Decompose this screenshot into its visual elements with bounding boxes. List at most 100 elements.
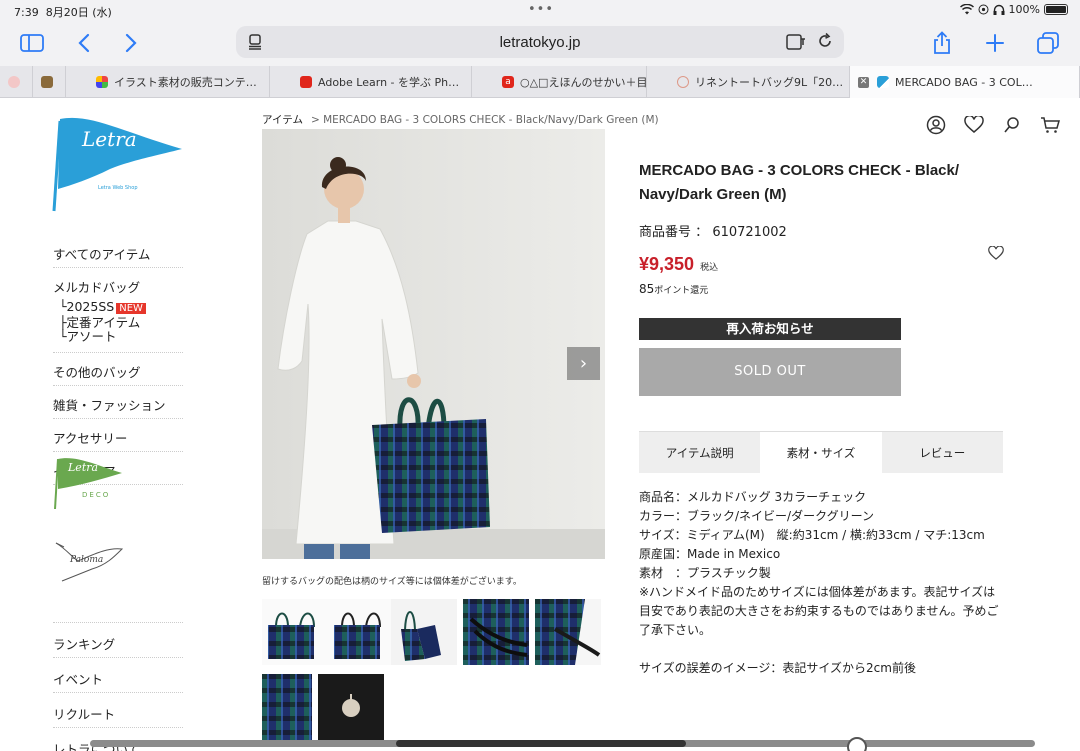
- thumbnail-2[interactable]: [328, 599, 394, 665]
- nav-goods-fashion[interactable]: 雑貨・ファッション: [53, 392, 183, 419]
- desc-line: サイズ：ミディアム(M) 縦:約31cm / 横:約33cm / マチ:13cm: [639, 528, 985, 542]
- horizontal-scrollbar[interactable]: [90, 740, 1035, 747]
- tab-material-size[interactable]: 素材・サイズ: [760, 432, 882, 473]
- thumbnail-4[interactable]: [463, 599, 529, 665]
- nav-event[interactable]: イベント: [53, 666, 183, 693]
- breadcrumb: アイテム > MERCADO BAG - 3 COLORS CHECK - Bla…: [262, 112, 659, 127]
- adobe-icon: [300, 76, 312, 88]
- new-badge: NEW: [116, 303, 146, 314]
- amazon-icon: a: [502, 76, 514, 88]
- nav-all-items[interactable]: すべてのアイテム: [53, 241, 183, 268]
- web-page: Letra Letra Web Shop すべてのアイテム メルカドバッグ └2…: [0, 99, 1080, 751]
- letra-favicon-icon: [877, 76, 889, 88]
- tab-ehon[interactable]: a ○△□えほんのせかい＋目黒…: [472, 66, 647, 98]
- breadcrumb-items-link[interactable]: アイテム: [262, 114, 303, 126]
- status-time: 7:39 8月20日 (水): [14, 6, 112, 19]
- tax-label: 税込: [700, 263, 719, 273]
- translate-icon[interactable]: [786, 33, 806, 55]
- nav-mercado-bag[interactable]: メルカドバッグ: [53, 274, 183, 300]
- new-tab-icon[interactable]: [982, 30, 1008, 56]
- header-icons: [926, 115, 1060, 135]
- multitask-dots[interactable]: •••: [528, 2, 554, 17]
- logo-text: Letra: [82, 127, 137, 151]
- desc-line: カラー：ブラック/ネイビー/ダークグリーン: [639, 509, 875, 523]
- paloma-logo[interactable]: Paloma: [52, 535, 124, 587]
- back-icon[interactable]: [71, 30, 97, 56]
- tab-pinned-2[interactable]: [33, 66, 66, 98]
- product-main-image[interactable]: ›: [262, 129, 605, 559]
- wishlist-icon[interactable]: [964, 115, 984, 135]
- tab-mercado-active[interactable]: ✕ MERCADO BAG - 3 COL…: [850, 66, 1080, 98]
- tab-review[interactable]: レビュー: [881, 432, 1003, 473]
- wifi-icon: [959, 4, 974, 15]
- nav-sub-standard[interactable]: ├定番アイテム: [59, 316, 183, 330]
- colorful-favicon-icon: [96, 76, 108, 88]
- account-icon[interactable]: [926, 115, 946, 135]
- scroll-thumb[interactable]: [396, 740, 686, 747]
- thumbnail-7[interactable]: [318, 674, 384, 740]
- nav-sub-assort[interactable]: └アソート: [59, 330, 183, 344]
- browser-toolbar: letratokyo.jp: [0, 22, 1080, 66]
- tab-pinned-1[interactable]: [0, 66, 33, 98]
- url-text: letratokyo.jp: [499, 34, 581, 51]
- location-icon: [978, 4, 989, 15]
- thumbnail-6[interactable]: [262, 674, 312, 740]
- restock-notify-button[interactable]: 再入荷お知らせ: [639, 318, 901, 340]
- heart-favicon-icon: [677, 76, 689, 88]
- favicon-icon: [41, 76, 53, 88]
- nav-ranking[interactable]: ランキング: [53, 631, 183, 658]
- battery-icon: [1044, 4, 1068, 15]
- desc-note: ※ハンドメイド品のためサイズには個体差があます。表記サイズは目安であり表記の大き…: [639, 585, 999, 637]
- tab-overview-icon[interactable]: [1035, 30, 1061, 56]
- status-right: 100%: [959, 3, 1068, 16]
- tab-adobe[interactable]: Adobe Learn - を学ぶ Ph…: [270, 66, 472, 98]
- scroll-knob[interactable]: [847, 737, 867, 751]
- desc-line: 素材 ：プラスチック製: [639, 566, 771, 580]
- image-note: 留けするバッグの配色は柄のサイズ等には個体差がございます。: [262, 577, 522, 587]
- search-icon[interactable]: [1002, 115, 1022, 135]
- chevron-right-icon: ›: [579, 353, 588, 374]
- model-photo: [262, 129, 605, 559]
- letra-logo[interactable]: Letra Letra Web Shop: [50, 113, 186, 213]
- desc-spacer: [639, 640, 1009, 659]
- category-nav: すべてのアイテム メルカドバッグ └2025SS NEW ├定番アイテム └アソー…: [53, 241, 183, 491]
- share-icon[interactable]: [929, 30, 955, 56]
- nav-recruit[interactable]: リクルート: [53, 701, 183, 728]
- points-info: 85ポイント還元: [639, 282, 709, 296]
- sidebar-toggle-icon[interactable]: [19, 30, 45, 56]
- thumbnail-3[interactable]: [391, 599, 457, 665]
- close-tab-icon[interactable]: ✕: [858, 76, 869, 88]
- tab-illust[interactable]: イラスト素材の販売コンテ…: [66, 66, 270, 98]
- desc-line: サイズの誤差のイメージ：表記サイズから2cm前後: [639, 661, 916, 675]
- product-tabs: アイテム説明 素材・サイズ レビュー: [639, 431, 1003, 473]
- forward-icon[interactable]: [118, 30, 144, 56]
- nav-accessories[interactable]: アクセサリー: [53, 425, 183, 452]
- favicon-icon: [8, 76, 20, 88]
- address-bar[interactable]: letratokyo.jp: [236, 26, 844, 58]
- tab-tote[interactable]: リネントートバッグ9L「20…: [647, 66, 850, 98]
- cart-icon[interactable]: [1040, 115, 1060, 135]
- nav-other-bags[interactable]: その他のバッグ: [53, 359, 183, 386]
- footer-nav: ランキング イベント リクルート レトラについて: [53, 631, 183, 751]
- desc-line: 原産国：Made in Mexico: [639, 547, 781, 561]
- product-info: MERCADO BAG - 3 COLORS CHECK - Black/ Na…: [639, 159, 1004, 396]
- letra-deco-logo[interactable]: Letra DECO: [52, 455, 124, 511]
- next-image-button[interactable]: ›: [567, 347, 600, 380]
- price-row: ¥9,350 税込: [639, 245, 1004, 280]
- status-bar: 7:39 8月20日 (水) ••• 100%: [0, 0, 1080, 22]
- reload-icon[interactable]: [816, 32, 834, 54]
- paloma-logo-text: Paloma: [70, 555, 104, 565]
- tab-bar: イラスト素材の販売コンテ… Adobe Learn - を学ぶ Ph… a ○△…: [0, 66, 1080, 98]
- thumbnail-5[interactable]: [535, 599, 601, 665]
- nav-sub-2025ss[interactable]: └2025SS NEW: [59, 300, 183, 316]
- desc-line: 商品名：メルカドバッグ 3カラーチェック: [639, 490, 867, 504]
- favorite-heart-icon[interactable]: [988, 245, 1004, 265]
- deco-logo-sub: DECO: [82, 491, 111, 499]
- product-title: MERCADO BAG - 3 COLORS CHECK - Black/ Na…: [639, 162, 960, 203]
- tab-item-description[interactable]: アイテム説明: [639, 432, 761, 473]
- sidebar-divider: [53, 622, 183, 623]
- logo-subtext: Letra Web Shop: [98, 185, 138, 191]
- thumbnail-1[interactable]: [262, 599, 328, 665]
- product-description: 商品名：メルカドバッグ 3カラーチェック カラー：ブラック/ネイビー/ダークグリ…: [639, 488, 1009, 678]
- product-price: ¥9,350: [639, 254, 695, 274]
